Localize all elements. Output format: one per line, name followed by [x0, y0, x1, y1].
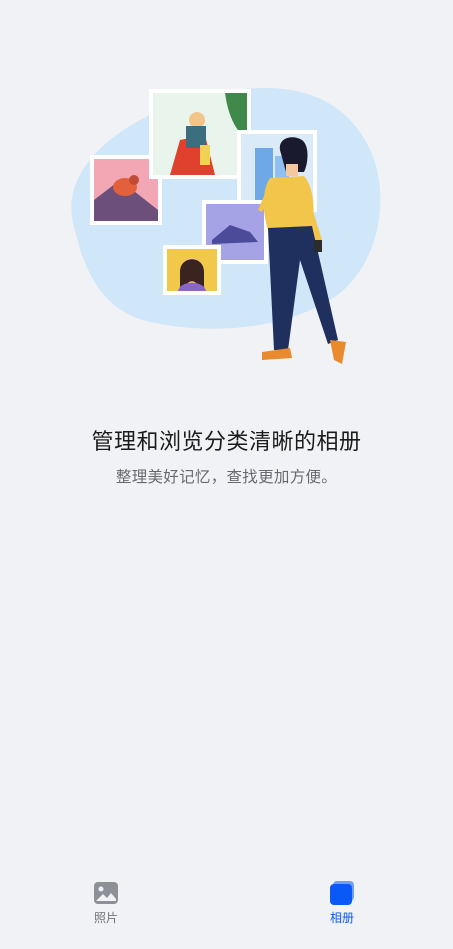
tab-photos-label: 照片	[93, 911, 118, 925]
hiker-photo	[149, 89, 251, 179]
bottom-navigation: 照片 相册	[0, 869, 453, 949]
albums-illustration	[71, 88, 381, 364]
empty-state-subtitle: 整理美好记忆，查找更加方便。	[115, 468, 338, 486]
tab-photos[interactable]: 照片	[61, 869, 151, 949]
empty-state-title: 管理和浏览分类清晰的相册	[91, 430, 362, 455]
tab-albums-label: 相册	[329, 911, 354, 925]
tab-albums[interactable]: 相册	[297, 869, 387, 949]
photo-icon	[94, 882, 118, 904]
albums-icon	[330, 881, 354, 905]
albums-screen: 管理和浏览分类清晰的相册 整理美好记忆，查找更加方便。 照片 相册	[0, 0, 453, 949]
portrait-photo	[163, 245, 221, 295]
